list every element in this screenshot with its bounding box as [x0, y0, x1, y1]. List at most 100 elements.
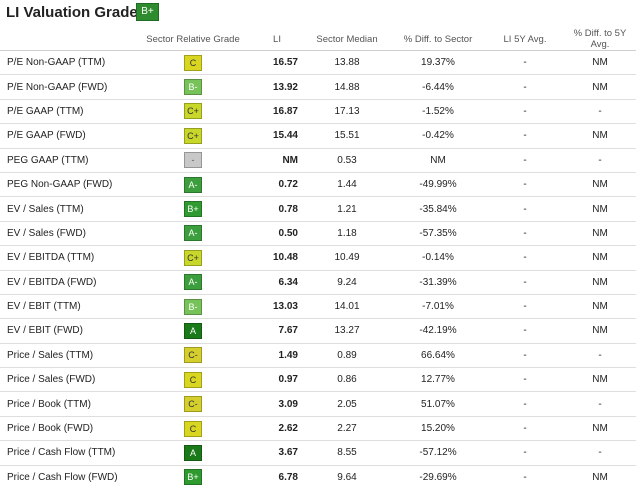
metric-cell[interactable]: EV / EBITDA (TTM) — [0, 246, 136, 270]
metric-cell[interactable]: P/E GAAP (TTM) — [0, 99, 136, 123]
metric-cell[interactable]: Price / Book (TTM) — [0, 392, 136, 416]
table-body: P/E Non-GAAP (TTM)C16.5713.8819.37%-NMP/… — [0, 51, 636, 489]
li-5y-avg-cell: - — [486, 75, 564, 99]
metric-cell[interactable]: Price / Sales (FWD) — [0, 368, 136, 392]
metric-cell[interactable]: P/E Non-GAAP (TTM) — [0, 51, 136, 75]
li-5y-avg-cell: - — [486, 221, 564, 245]
diff-to-sector-cell: -0.42% — [390, 124, 486, 148]
sector-median-cell: 1.18 — [304, 221, 390, 245]
metric-cell[interactable]: P/E GAAP (FWD) — [0, 124, 136, 148]
grade-cell: C — [136, 368, 250, 392]
sector-median-cell: 9.24 — [304, 270, 390, 294]
grade-cell: C — [136, 416, 250, 440]
grade-badge: C — [184, 421, 202, 437]
li-value-cell: 1.49 — [250, 343, 304, 367]
metric-cell[interactable]: EV / EBIT (TTM) — [0, 294, 136, 318]
diff-to-5y-avg-cell: NM — [564, 221, 636, 245]
metric-cell[interactable]: EV / Sales (TTM) — [0, 197, 136, 221]
page-header: LI Valuation Grade B+ — [0, 0, 640, 30]
diff-to-5y-avg-cell: NM — [564, 172, 636, 196]
table-row: EV / EBITDA (FWD)A-6.349.24-31.39%-NM — [0, 270, 636, 294]
sector-median-cell: 14.88 — [304, 75, 390, 99]
diff-to-sector-cell: -29.69% — [390, 465, 486, 489]
diff-to-5y-avg-cell: - — [564, 441, 636, 465]
header-li-5y-avg[interactable]: LI 5Y Avg. — [486, 28, 564, 51]
metric-cell[interactable]: PEG GAAP (TTM) — [0, 148, 136, 172]
metric-cell[interactable]: Price / Book (FWD) — [0, 416, 136, 440]
table-row: EV / Sales (FWD)A-0.501.18-57.35%-NM — [0, 221, 636, 245]
grade-badge: B+ — [184, 469, 202, 485]
grade-cell: B+ — [136, 465, 250, 489]
metric-cell[interactable]: EV / Sales (FWD) — [0, 221, 136, 245]
header-sector-median[interactable]: Sector Median — [304, 28, 390, 51]
li-value-cell: 15.44 — [250, 124, 304, 148]
li-value-cell: 16.87 — [250, 99, 304, 123]
overall-grade-badge: B+ — [136, 3, 159, 21]
table-row: P/E Non-GAAP (FWD)B-13.9214.88-6.44%-NM — [0, 75, 636, 99]
grade-badge: A- — [184, 177, 202, 193]
diff-to-sector-cell: -6.44% — [390, 75, 486, 99]
metric-cell[interactable]: Price / Sales (TTM) — [0, 343, 136, 367]
diff-to-sector-cell: 19.37% — [390, 51, 486, 75]
diff-to-5y-avg-cell: - — [564, 148, 636, 172]
li-value-cell: 2.62 — [250, 416, 304, 440]
li-5y-avg-cell: - — [486, 465, 564, 489]
diff-to-5y-avg-cell: NM — [564, 294, 636, 318]
grade-badge: C+ — [184, 103, 202, 119]
li-5y-avg-cell: - — [486, 51, 564, 75]
diff-to-5y-avg-cell: - — [564, 99, 636, 123]
li-value-cell: 6.78 — [250, 465, 304, 489]
li-5y-avg-cell: - — [486, 416, 564, 440]
grade-cell: C+ — [136, 99, 250, 123]
diff-to-5y-avg-cell: NM — [564, 197, 636, 221]
diff-to-sector-cell: -49.99% — [390, 172, 486, 196]
grade-badge: B- — [184, 299, 202, 315]
diff-to-sector-cell: -31.39% — [390, 270, 486, 294]
metric-cell[interactable]: Price / Cash Flow (FWD) — [0, 465, 136, 489]
grade-cell: C- — [136, 392, 250, 416]
header-sector-relative-grade[interactable]: Sector Relative Grade — [136, 28, 250, 51]
diff-to-sector-cell: -7.01% — [390, 294, 486, 318]
diff-to-5y-avg-cell: NM — [564, 51, 636, 75]
sector-median-cell: 13.88 — [304, 51, 390, 75]
li-value-cell: 13.03 — [250, 294, 304, 318]
diff-to-sector-cell: -57.35% — [390, 221, 486, 245]
diff-to-5y-avg-cell: NM — [564, 75, 636, 99]
metric-cell[interactable]: PEG Non-GAAP (FWD) — [0, 172, 136, 196]
li-5y-avg-cell: - — [486, 246, 564, 270]
grade-badge: - — [184, 152, 202, 168]
header-diff-to-sector[interactable]: % Diff. to Sector — [390, 28, 486, 51]
grade-cell: C+ — [136, 124, 250, 148]
grade-badge: B- — [184, 79, 202, 95]
table-row: Price / Sales (FWD)C0.970.8612.77%-NM — [0, 368, 636, 392]
li-value-cell: 0.72 — [250, 172, 304, 196]
diff-to-sector-cell: 15.20% — [390, 416, 486, 440]
table-row: Price / Cash Flow (TTM)A3.678.55-57.12%-… — [0, 441, 636, 465]
li-value-cell: NM — [250, 148, 304, 172]
sector-median-cell: 1.21 — [304, 197, 390, 221]
sector-median-cell: 0.53 — [304, 148, 390, 172]
diff-to-sector-cell: 12.77% — [390, 368, 486, 392]
metric-cell[interactable]: EV / EBITDA (FWD) — [0, 270, 136, 294]
diff-to-5y-avg-cell: NM — [564, 270, 636, 294]
table-row: Price / Sales (TTM)C-1.490.8966.64%-- — [0, 343, 636, 367]
li-5y-avg-cell: - — [486, 172, 564, 196]
diff-to-sector-cell: -57.12% — [390, 441, 486, 465]
sector-median-cell: 8.55 — [304, 441, 390, 465]
grade-badge: C+ — [184, 128, 202, 144]
diff-to-sector-cell: 51.07% — [390, 392, 486, 416]
diff-to-5y-avg-cell: NM — [564, 124, 636, 148]
metric-cell[interactable]: P/E Non-GAAP (FWD) — [0, 75, 136, 99]
li-value-cell: 3.67 — [250, 441, 304, 465]
header-diff-to-5y-avg[interactable]: % Diff. to 5Y Avg. — [564, 28, 636, 51]
diff-to-5y-avg-cell: NM — [564, 465, 636, 489]
grade-cell: C — [136, 51, 250, 75]
diff-to-5y-avg-cell: NM — [564, 416, 636, 440]
header-li[interactable]: LI — [250, 28, 304, 51]
metric-cell[interactable]: EV / EBIT (FWD) — [0, 319, 136, 343]
grade-badge: A- — [184, 225, 202, 241]
grade-cell: B+ — [136, 197, 250, 221]
metric-cell[interactable]: Price / Cash Flow (TTM) — [0, 441, 136, 465]
li-value-cell: 3.09 — [250, 392, 304, 416]
li-value-cell: 0.97 — [250, 368, 304, 392]
